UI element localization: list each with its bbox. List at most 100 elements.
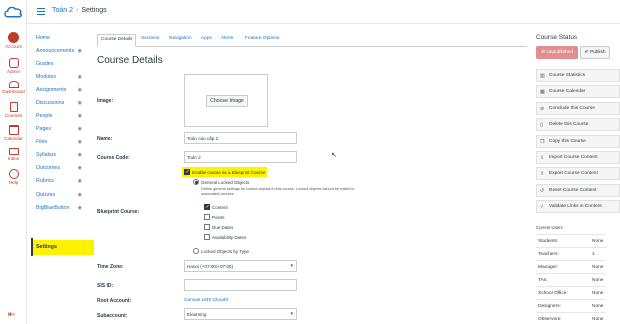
course-calendar-button[interactable]: ▦ Course Calendar [536, 85, 620, 98]
course-code-input[interactable]: Toán 2 [184, 151, 297, 163]
export-content-button[interactable]: ⇧ Export Course Content [536, 167, 620, 180]
calendar-icon: ▦ [540, 89, 545, 95]
visibility-icon[interactable]: ◉ [78, 165, 82, 171]
breadcrumb-course-link[interactable]: Toán 2 [52, 7, 73, 14]
mouse-cursor-icon: ↖ [331, 152, 337, 159]
course-nav-pages[interactable]: Pages ◉ [36, 126, 86, 132]
choose-image-button[interactable]: Choose Image [206, 95, 248, 107]
locked-by-type-radio[interactable] [193, 248, 199, 254]
reset-content-button[interactable]: ↺ Reset Course Content [536, 184, 620, 197]
current-users-heading: Current Users [536, 225, 563, 230]
course-nav-people[interactable]: People ◉ [36, 113, 86, 119]
availability-dates-checkbox[interactable] [204, 234, 210, 240]
availability-dates-label: Availability Dates [212, 235, 247, 240]
timezone-select[interactable]: Hanoi (+07:00/+07:00) ▾ [184, 260, 297, 272]
root-account-link[interactable]: Canvas LMS CloudX [184, 298, 229, 303]
import-content-button[interactable]: ⇩ Import Course Content [536, 151, 620, 164]
visibility-icon[interactable]: ◉ [78, 48, 82, 54]
account-icon [8, 32, 19, 43]
sis-id-label: SIS ID: [97, 283, 114, 289]
hamburger-icon[interactable] [37, 8, 45, 15]
publish-button[interactable]: ✔ Publish [580, 46, 610, 59]
user-count-row: Students: None [536, 234, 606, 247]
course-nav-quizzes[interactable]: Quizzes ◉ [36, 192, 86, 198]
course-nav-grades[interactable]: Grades [36, 61, 86, 67]
due-dates-checkbox[interactable] [204, 224, 210, 230]
course-nav-settings[interactable]: Settings [36, 244, 86, 250]
reset-icon: ↺ [540, 188, 545, 194]
copy-course-button[interactable]: ❐ Copy this Course [536, 135, 620, 148]
visibility-icon[interactable]: ◉ [78, 178, 82, 184]
tab-feature-options[interactable]: Feature Options [245, 36, 279, 41]
conclude-course-button[interactable]: ⊘ Conclude this Course [536, 102, 620, 115]
calendar-icon [8, 125, 19, 135]
tab-course-details[interactable]: Course Details [97, 34, 137, 47]
visibility-icon[interactable]: ◉ [78, 152, 82, 158]
unpublished-button[interactable]: ⊘ Unpublished [536, 46, 578, 59]
collapse-nav-icon[interactable]: ⇤ [8, 309, 16, 320]
chevron-down-icon: ▾ [290, 311, 293, 317]
course-nav-discussions[interactable]: Discussions ◉ [36, 100, 86, 106]
chart-icon: ▥ [540, 73, 545, 79]
nav-inbox[interactable]: Inbox [0, 148, 27, 161]
visibility-icon[interactable]: ◉ [78, 100, 82, 106]
inbox-icon [8, 148, 19, 155]
nav-calendar[interactable]: Calendar [0, 125, 27, 141]
user-count-row: Observers: None [536, 312, 606, 324]
dashboard-icon [8, 81, 19, 88]
visibility-icon[interactable]: ◉ [78, 205, 82, 211]
nav-admin[interactable]: Admin [0, 58, 27, 74]
course-nav-home[interactable]: Home [36, 35, 86, 41]
course-nav-bigbluebutton[interactable]: BigBlueButton ◉ [36, 205, 86, 211]
visibility-icon[interactable]: ◉ [78, 126, 82, 132]
course-nav-announcements[interactable]: Announcements ◉ [36, 48, 86, 54]
nav-dashboard[interactable]: Dashboard [0, 81, 27, 94]
content-checkbox[interactable] [204, 204, 210, 210]
course-nav-assignments[interactable]: Assignments ◉ [36, 87, 86, 93]
main-content: Course Details Sections Navigation Apps … [97, 24, 527, 324]
validate-links-button[interactable]: ✓ Validate Links in Content [536, 200, 620, 213]
subaccount-label: Subaccount: [97, 313, 128, 319]
canvas-logo-icon[interactable] [4, 6, 23, 18]
check-icon: ✔ [584, 50, 589, 55]
user-count-row: School Office: None [536, 286, 606, 299]
sis-id-input[interactable] [184, 279, 297, 291]
nav-courses[interactable]: Courses [0, 102, 27, 118]
visibility-icon[interactable]: ◉ [78, 74, 82, 80]
general-locked-description: Define general settings for locked objec… [201, 187, 355, 196]
visibility-icon[interactable]: ◉ [78, 113, 82, 119]
course-nav-files[interactable]: Files ◉ [36, 139, 86, 145]
tab-sections[interactable]: Sections [141, 36, 159, 41]
visibility-icon[interactable]: ◉ [78, 87, 82, 93]
points-checkbox[interactable] [204, 214, 210, 220]
copy-icon: ❐ [540, 139, 545, 145]
general-locked-radio[interactable] [193, 179, 199, 185]
courses-icon [9, 102, 18, 112]
course-nav-modules[interactable]: Modules ◉ [36, 74, 86, 80]
blueprint-checkbox[interactable] [184, 169, 190, 175]
user-count-row: Manager: None [536, 260, 606, 273]
name-input[interactable]: Toán cao cấp 2 [184, 132, 297, 144]
subaccount-select[interactable]: Elearning ▾ [184, 308, 297, 320]
nav-help[interactable]: Help [0, 169, 27, 185]
tab-apps[interactable]: Apps [201, 36, 212, 41]
visibility-icon[interactable]: ◉ [78, 192, 82, 198]
course-nav-outcomes[interactable]: Outcomes ◉ [36, 165, 86, 171]
course-statistics-button[interactable]: ▥ Course Statistics [536, 69, 620, 82]
breadcrumb: Toán 2 › Settings [52, 7, 107, 14]
tab-alerts[interactable]: Alerts [221, 36, 233, 41]
tab-navigation[interactable]: Navigation [169, 36, 192, 41]
delete-course-button[interactable]: ▯ Delete this Course [536, 118, 620, 131]
due-dates-label: Due Dates [212, 225, 234, 230]
breadcrumb-current: Settings [81, 7, 107, 14]
user-count-row: Teachers: 1 [536, 247, 606, 260]
course-nav-syllabus[interactable]: Syllabus ◉ [36, 152, 86, 158]
import-icon: ⇩ [540, 155, 545, 161]
settings-tabs: Course Details Sections Navigation Apps … [97, 34, 527, 47]
nav-account[interactable]: Account [0, 32, 27, 49]
course-nav-rubrics[interactable]: Rubrics ◉ [36, 178, 86, 184]
root-account-label: Root Account: [97, 298, 132, 304]
page-title: Course Details [97, 55, 163, 66]
visibility-icon[interactable]: ◉ [78, 139, 82, 145]
course-status-title: Course Status [536, 34, 578, 41]
